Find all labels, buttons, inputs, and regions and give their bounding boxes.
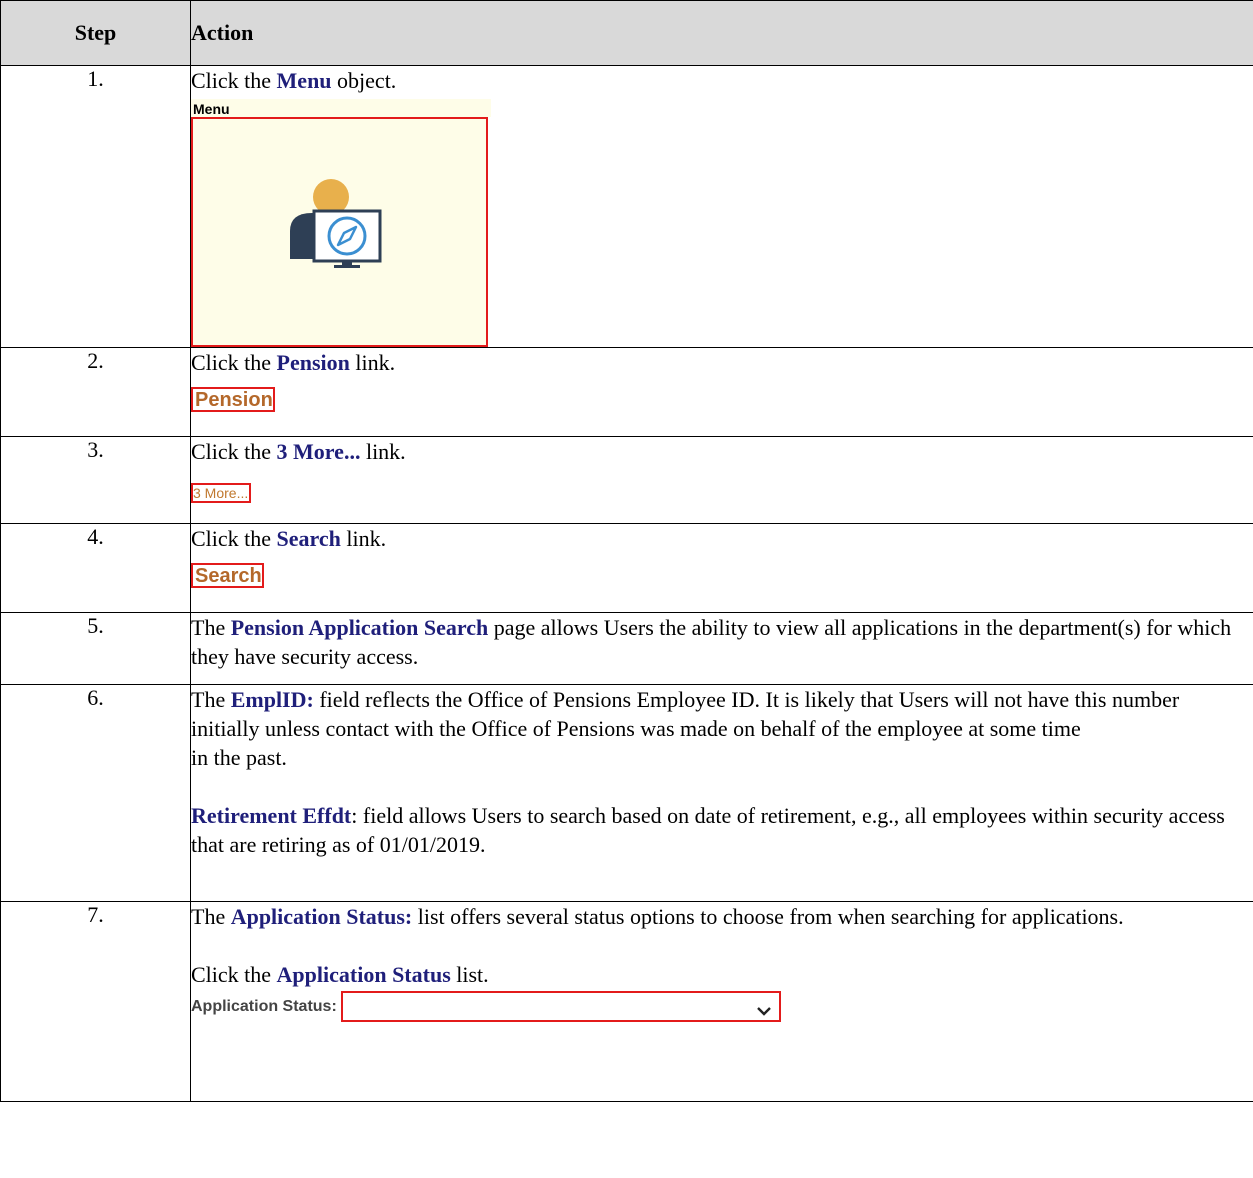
step-number: 3. (0, 436, 191, 524)
step-action: The Application Status: list offers seve… (190, 901, 1253, 1102)
text: object. (331, 68, 397, 93)
action-column-header: Action (190, 0, 1253, 66)
step-number: 5. (0, 612, 191, 685)
step-action: Click the 3 More... link. 3 More... (190, 436, 1253, 524)
header-row: Step Action (0, 0, 1253, 66)
step-number: 4. (0, 523, 191, 613)
text: The (191, 687, 231, 712)
step-number: 1. (0, 65, 191, 348)
keyword: Retirement Effdt (191, 803, 352, 828)
keyword: Pension Application Search (230, 615, 489, 640)
step-action: Click the Pension link. Pension (190, 347, 1253, 437)
step-row-7: 7. The Application Status: list offers s… (0, 901, 1253, 1102)
step-column-header: Step (0, 0, 191, 66)
text: list offers several status options to ch… (412, 904, 1124, 929)
step-row-5: 5. The Pension Application Search page a… (0, 612, 1253, 685)
text: Click the (191, 68, 277, 93)
text: Click the (191, 526, 277, 551)
text: link. (349, 350, 396, 375)
step-action: The EmplID: field reflects the Office of… (190, 684, 1253, 902)
step-text: The Application Status: list offers seve… (191, 902, 1253, 931)
step-row-3: 3. Click the 3 More... link. 3 More... (0, 436, 1253, 524)
keyword: Application Status (276, 962, 451, 987)
step-text-continued: in the past. (191, 745, 287, 770)
text: list. (450, 962, 489, 987)
keyword: Application Status: (230, 904, 413, 929)
text: Click the (191, 350, 277, 375)
steps-table: Step Action 1. Click the Menu object. Me… (0, 0, 1253, 1102)
pension-link[interactable]: Pension (191, 387, 275, 412)
navigator-icon (290, 179, 382, 268)
application-status-select[interactable] (340, 991, 781, 1022)
step-text: Click the Search link. (191, 524, 1253, 553)
step-action: Click the Menu object. Menu (190, 65, 1253, 348)
step-action: The Pension Application Search page allo… (190, 612, 1253, 685)
search-link[interactable]: Search (191, 563, 264, 588)
keyword: EmplID: (230, 687, 314, 712)
step-row-2: 2. Click the Pension link. Pension (0, 347, 1253, 437)
step-number: 2. (0, 347, 191, 437)
text: Click the (191, 962, 277, 987)
application-status-label: Application Status: (191, 998, 337, 1015)
keyword: Pension (276, 350, 350, 375)
step-text: Click the Pension link. (191, 348, 1253, 377)
step-text: The EmplID: field reflects the Office of… (191, 685, 1253, 743)
text: The (191, 904, 231, 929)
menu-tile-label: Menu (191, 99, 491, 117)
step-text-instruction: Click the Application Status list. (191, 960, 1253, 989)
keyword: Menu (276, 68, 332, 93)
keyword: Search (276, 526, 341, 551)
text: Click the (191, 439, 277, 464)
chevron-down-icon (756, 997, 771, 1026)
application-status-field: Application Status: (191, 991, 1253, 1022)
step-number: 6. (0, 684, 191, 902)
step-row-4: 4. Click the Search link. Search (0, 523, 1253, 613)
step-number: 7. (0, 901, 191, 1102)
step-row-6: 6. The EmplID: field reflects the Office… (0, 684, 1253, 902)
text: link. (340, 526, 387, 551)
step-row-1: 1. Click the Menu object. Menu (0, 65, 1253, 348)
keyword: 3 More... (276, 439, 361, 464)
text: The (191, 615, 231, 640)
menu-tile[interactable] (191, 117, 488, 347)
text: link. (360, 439, 406, 464)
step-text-retirement: Retirement Effdt: field allows Users to … (191, 801, 1253, 859)
step-text: Click the 3 More... link. (191, 437, 1253, 466)
step-text: The Pension Application Search page allo… (191, 613, 1253, 671)
3-more-link[interactable]: 3 More... (191, 483, 252, 503)
step-action: Click the Search link. Search (190, 523, 1253, 613)
step-text: Click the Menu object. (191, 66, 1253, 95)
text: field reflects the Office of Pensions Em… (191, 687, 1180, 741)
